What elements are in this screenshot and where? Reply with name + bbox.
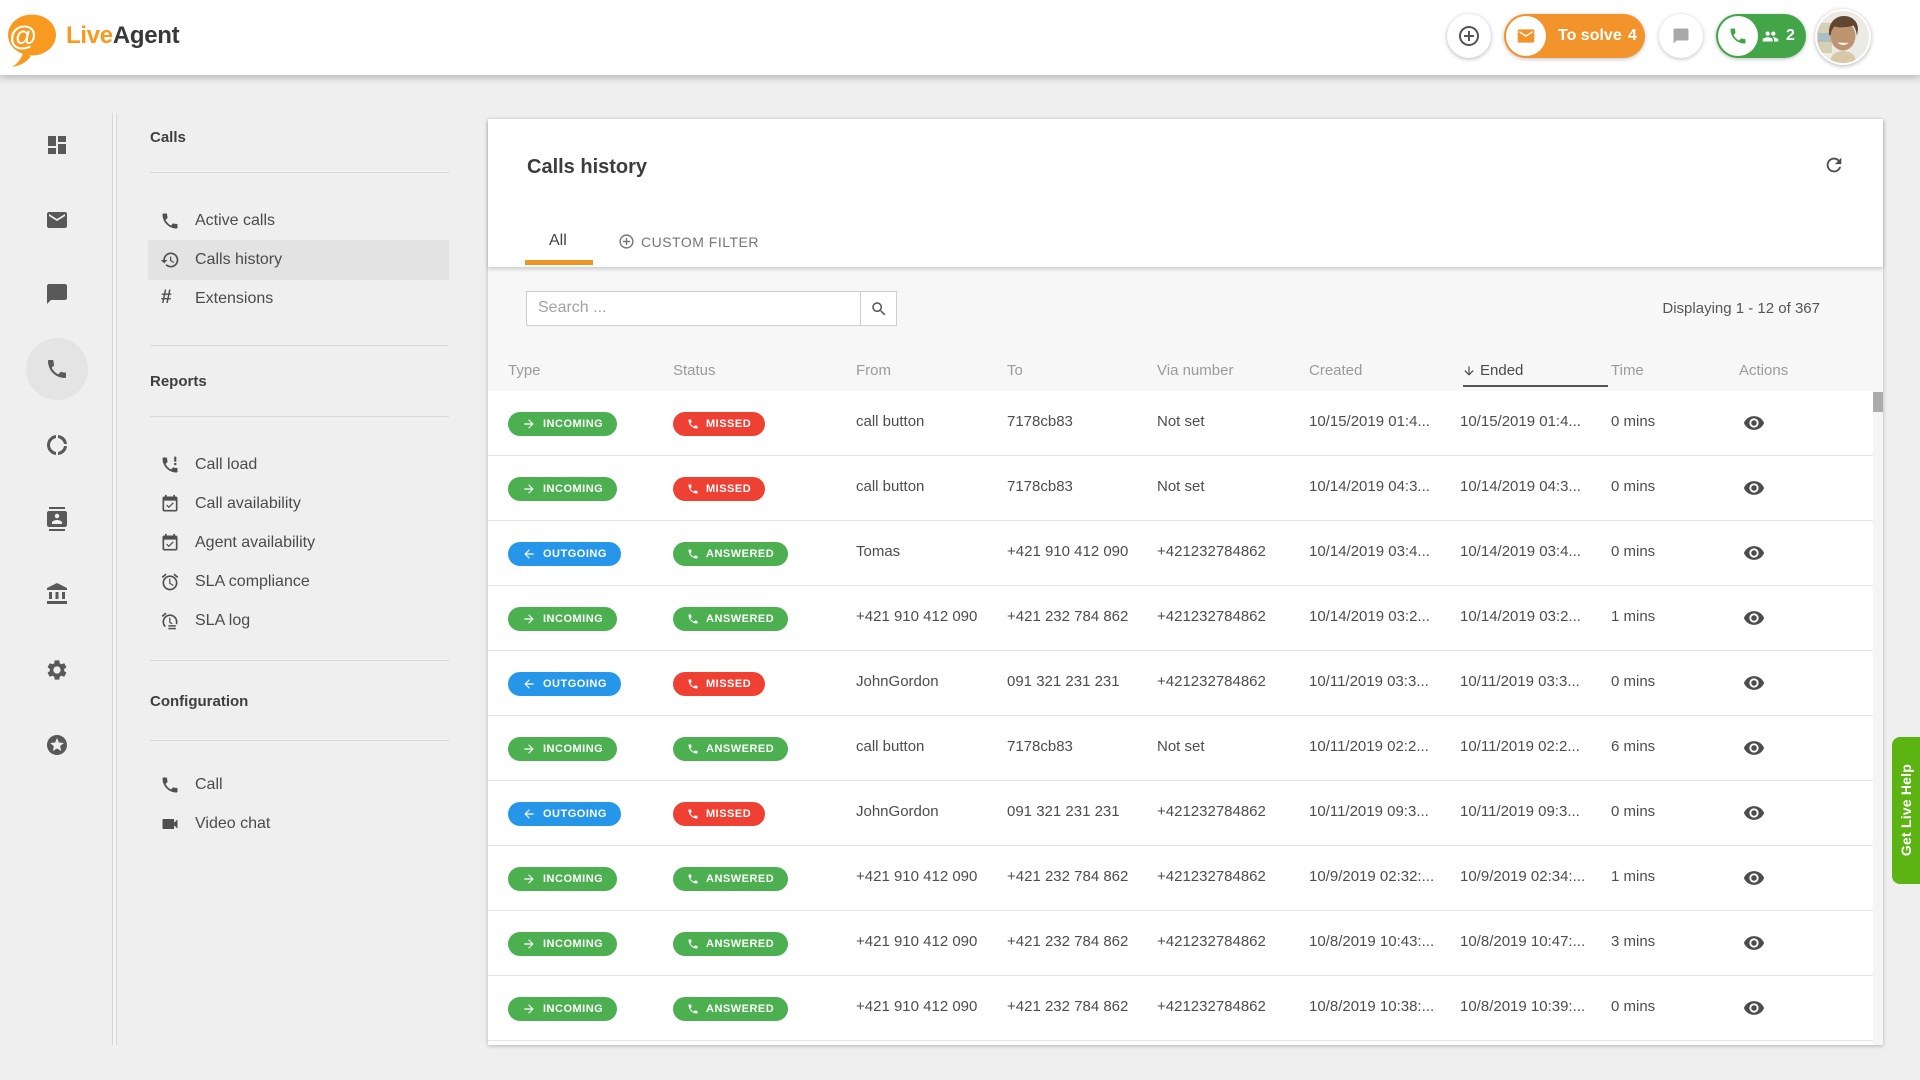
svg-text:@: @ <box>9 20 36 51</box>
